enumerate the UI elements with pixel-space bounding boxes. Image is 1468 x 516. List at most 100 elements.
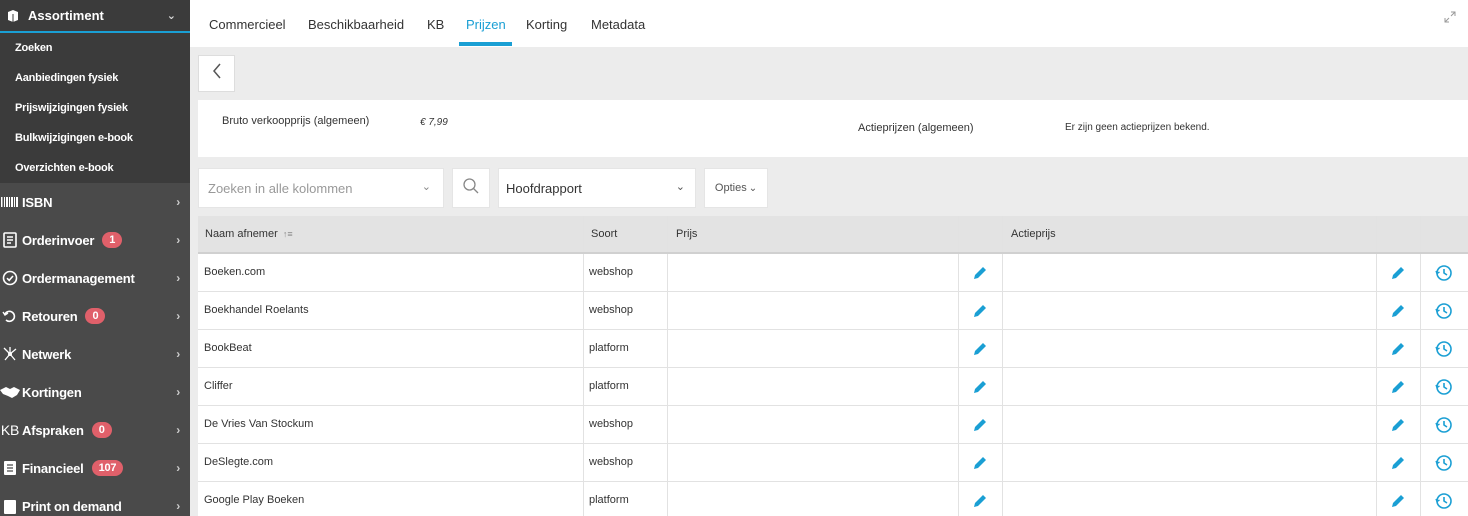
handshake-icon xyxy=(0,382,20,402)
history-icon[interactable] xyxy=(1435,378,1453,396)
kb-logo-icon: KB xyxy=(0,422,20,438)
active-tab-indicator xyxy=(459,42,512,46)
search-input[interactable]: Zoeken in alle kolommen ⌄ xyxy=(198,168,444,208)
history-icon[interactable] xyxy=(1435,492,1453,510)
back-button[interactable] xyxy=(198,55,235,92)
column-header-prijs[interactable]: Prijs xyxy=(676,228,697,240)
check-circle-icon xyxy=(0,268,20,288)
chevron-right-icon: › xyxy=(176,309,180,323)
return-icon xyxy=(0,306,20,326)
chevron-down-icon: ⌄ xyxy=(748,182,758,194)
edit-price-icon[interactable] xyxy=(971,492,989,510)
sidebar-sub-item-prijswijzigingen[interactable]: Prijswijzigingen fysiek xyxy=(0,93,190,123)
edit-price-icon[interactable] xyxy=(971,340,989,358)
tab-beschikbaarheid[interactable]: Beschikbaarheid xyxy=(308,17,404,32)
sidebar: Assortiment ⌄ Zoeken Aanbiedingen fysiek… xyxy=(0,0,190,516)
print-icon xyxy=(0,496,20,516)
actie-price-value: Er zijn geen actieprijzen bekend. xyxy=(1065,122,1210,133)
chevron-down-icon: ⌄ xyxy=(421,181,431,193)
sidebar-item-label: Print on demand xyxy=(22,498,122,514)
report-select[interactable]: Hoofdrapport ⌄ xyxy=(498,168,696,208)
sidebar-item-kortingen[interactable]: Kortingen › xyxy=(0,373,190,411)
order-entry-icon xyxy=(0,230,20,250)
edit-actieprijs-icon[interactable] xyxy=(1389,264,1407,282)
cell-naam: Google Play Boeken xyxy=(204,494,305,506)
edit-price-icon[interactable] xyxy=(971,454,989,472)
history-icon[interactable] xyxy=(1435,416,1453,434)
price-summary-panel: Bruto verkoopprijs (algemeen) € 7,99 Act… xyxy=(198,100,1468,157)
tab-metadata[interactable]: Metadata xyxy=(591,17,645,32)
expand-icon[interactable] xyxy=(1444,10,1456,23)
history-icon[interactable] xyxy=(1435,264,1453,282)
count-badge: 0 xyxy=(91,422,112,438)
options-button[interactable]: Opties ⌄ xyxy=(704,168,768,208)
tab-bar: Commercieel Beschikbaarheid KB Prijzen K… xyxy=(190,0,1468,47)
tab-commercieel[interactable]: Commercieel xyxy=(209,17,286,32)
count-badge: 0 xyxy=(85,308,106,324)
cell-soort: platform xyxy=(589,380,629,392)
edit-price-icon[interactable] xyxy=(971,378,989,396)
sidebar-item-ordermanagement[interactable]: Ordermanagement › xyxy=(0,259,190,297)
history-icon[interactable] xyxy=(1435,340,1453,358)
chevron-right-icon: › xyxy=(176,385,180,399)
sidebar-sub-item-bulkwijzigingen[interactable]: Bulkwijzigingen e-book xyxy=(0,123,190,153)
sidebar-item-retouren[interactable]: Retouren 0 › xyxy=(0,297,190,335)
sidebar-item-afspraken[interactable]: KB Afspraken 0 › xyxy=(0,411,190,449)
sidebar-item-financieel[interactable]: Financieel 107 › xyxy=(0,449,190,487)
column-header-soort[interactable]: Soort xyxy=(591,228,617,240)
search-button[interactable] xyxy=(452,168,490,208)
sidebar-item-netwerk[interactable]: Netwerk › xyxy=(0,335,190,373)
sidebar-item-print-on-demand[interactable]: Print on demand › xyxy=(0,487,190,516)
edit-actieprijs-icon[interactable] xyxy=(1389,302,1407,320)
actie-price-label: Actieprijzen (algemeen) xyxy=(858,122,974,134)
edit-actieprijs-icon[interactable] xyxy=(1389,340,1407,358)
sidebar-sub-list: Zoeken Aanbiedingen fysiek Prijswijzigin… xyxy=(0,33,190,183)
edit-actieprijs-icon[interactable] xyxy=(1389,378,1407,396)
prices-table: Naam afnemer ↑≡ Soort Prijs Actieprijs B… xyxy=(198,216,1468,516)
table-row: De Vries Van Stockum webshop xyxy=(198,406,1468,444)
edit-price-icon[interactable] xyxy=(971,264,989,282)
history-icon[interactable] xyxy=(1435,302,1453,320)
column-header-naam[interactable]: Naam afnemer ↑≡ xyxy=(205,228,293,240)
edit-actieprijs-icon[interactable] xyxy=(1389,492,1407,510)
sidebar-item-orderinvoer[interactable]: Orderinvoer 1 › xyxy=(0,221,190,259)
sidebar-sub-item-aanbiedingen[interactable]: Aanbiedingen fysiek xyxy=(0,63,190,93)
table-row: Cliffer platform xyxy=(198,368,1468,406)
sidebar-header-assortiment[interactable]: Assortiment ⌄ xyxy=(0,0,190,33)
chevron-right-icon: › xyxy=(176,271,180,285)
chevron-right-icon: › xyxy=(176,195,180,209)
history-icon[interactable] xyxy=(1435,454,1453,472)
sidebar-item-label: Afspraken xyxy=(22,422,84,438)
cell-naam: BookBeat xyxy=(204,342,252,354)
edit-price-icon[interactable] xyxy=(971,302,989,320)
table-row: DeSlegte.com webshop xyxy=(198,444,1468,482)
bruto-price-value: € 7,99 xyxy=(420,117,448,128)
tab-prijzen[interactable]: Prijzen xyxy=(466,17,506,32)
search-placeholder: Zoeken in alle kolommen xyxy=(208,180,353,196)
chevron-down-icon: ⌄ xyxy=(166,10,176,22)
sidebar-sub-item-overzichten[interactable]: Overzichten e-book xyxy=(0,153,190,183)
chevron-down-icon: ⌄ xyxy=(675,181,685,193)
sidebar-header-label: Assortiment xyxy=(28,8,104,23)
tab-kb[interactable]: KB xyxy=(427,17,444,32)
sidebar-item-label: Ordermanagement xyxy=(22,270,135,286)
count-badge: 1 xyxy=(102,232,123,248)
edit-price-icon[interactable] xyxy=(971,416,989,434)
cell-naam: Boekhandel Roelants xyxy=(204,304,309,316)
sidebar-item-label: Orderinvoer xyxy=(22,232,95,248)
network-icon xyxy=(0,344,20,364)
cell-soort: webshop xyxy=(589,418,634,430)
table-body: Boeken.com webshop Boekhandel Roelants webs… xyxy=(198,254,1468,516)
column-header-actieprijs[interactable]: Actieprijs xyxy=(1011,228,1056,240)
search-icon xyxy=(462,177,480,200)
sidebar-sub-item-zoeken[interactable]: Zoeken xyxy=(0,33,190,63)
sidebar-item-label: Retouren xyxy=(22,308,78,324)
chevron-right-icon: › xyxy=(176,499,180,513)
edit-actieprijs-icon[interactable] xyxy=(1389,416,1407,434)
sidebar-item-label: Financieel xyxy=(22,460,84,476)
sidebar-item-isbn[interactable]: ISBN › xyxy=(0,183,190,221)
sidebar-item-label: Netwerk xyxy=(22,346,72,362)
tab-korting[interactable]: Korting xyxy=(526,17,567,32)
cell-soort: platform xyxy=(589,342,629,354)
edit-actieprijs-icon[interactable] xyxy=(1389,454,1407,472)
